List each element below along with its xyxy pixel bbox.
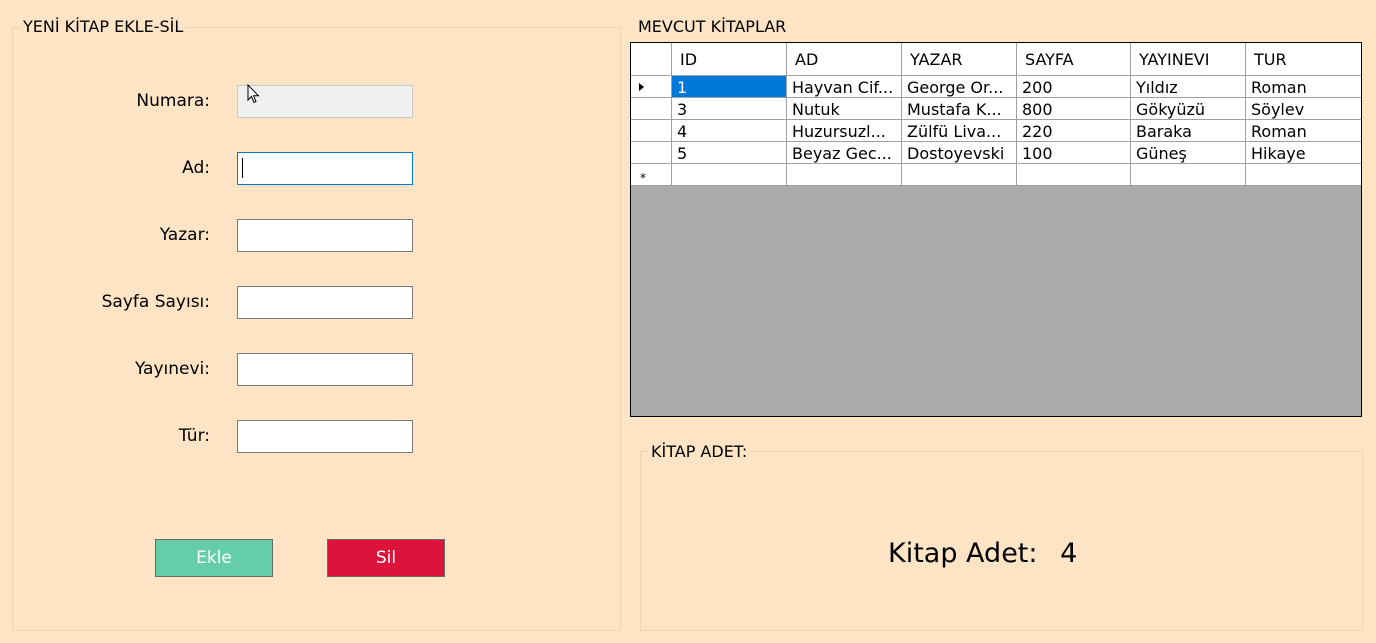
table-cell[interactable]: 220: [1017, 120, 1131, 142]
tur-label: Tür:: [178, 426, 210, 446]
row-header[interactable]: *: [631, 164, 672, 186]
grid-corner-cell[interactable]: [631, 43, 672, 76]
add-button[interactable]: Ekle: [155, 539, 273, 577]
table-cell[interactable]: Gökyüzü: [1131, 98, 1246, 120]
column-header-yazar[interactable]: YAZAR: [902, 43, 1017, 76]
table-cell[interactable]: Hikaye: [1246, 142, 1361, 164]
row-header[interactable]: [631, 120, 672, 142]
sayfa-sayisi-field[interactable]: [237, 286, 413, 319]
book-count-value: 4: [1060, 538, 1078, 569]
table-cell[interactable]: Huzursuzl...: [787, 120, 902, 142]
books-datagrid[interactable]: ID AD YAZAR SAYFA YAYINEVI TUR 1 Hayvan …: [630, 42, 1362, 417]
text-caret: [242, 158, 243, 178]
column-header-tur[interactable]: TUR: [1246, 43, 1361, 76]
table-cell[interactable]: 5: [672, 142, 787, 164]
table-cell[interactable]: Nutuk: [787, 98, 902, 120]
row-header[interactable]: [631, 142, 672, 164]
new-row-marker: *: [640, 171, 646, 185]
numara-field[interactable]: [237, 85, 413, 118]
table-cell[interactable]: Söylev: [1246, 98, 1361, 120]
ad-field[interactable]: [237, 152, 413, 185]
table-cell[interactable]: Zülfü Liva...: [902, 120, 1017, 142]
book-count-display: Kitap Adet: 4: [888, 538, 1077, 569]
table-cell[interactable]: 1: [672, 76, 787, 98]
row-arrow-icon: [639, 83, 644, 91]
yayinevi-label: Yayınevi:: [135, 359, 210, 379]
tur-field[interactable]: [237, 420, 413, 453]
table-row[interactable]: 5 Beyaz Gec... Dostoyevski 100 Güneş Hik…: [631, 142, 1361, 164]
delete-button[interactable]: Sil: [327, 539, 445, 577]
book-count-label: Kitap Adet:: [888, 538, 1038, 569]
table-cell[interactable]: [1246, 164, 1361, 186]
table-cell[interactable]: Dostoyevski: [902, 142, 1017, 164]
table-cell[interactable]: 200: [1017, 76, 1131, 98]
table-cell[interactable]: [1017, 164, 1131, 186]
table-cell[interactable]: 4: [672, 120, 787, 142]
yazar-label: Yazar:: [159, 225, 210, 245]
table-cell[interactable]: Hayvan Cif...: [787, 76, 902, 98]
row-header[interactable]: [631, 76, 672, 98]
new-row[interactable]: *: [631, 164, 1361, 186]
table-row[interactable]: 1 Hayvan Cif... George Or... 200 Yıldız …: [631, 76, 1361, 98]
table-cell[interactable]: Güneş: [1131, 142, 1246, 164]
yayinevi-field[interactable]: [237, 353, 413, 386]
column-header-id[interactable]: ID: [672, 43, 787, 76]
table-cell[interactable]: Baraka: [1131, 120, 1246, 142]
count-group-title: KİTAP ADET:: [648, 443, 751, 461]
table-cell[interactable]: Roman: [1246, 120, 1361, 142]
sayfa-sayisi-label: Sayfa Sayısı:: [101, 292, 210, 312]
add-delete-group-title: YENİ KİTAP EKLE-SİL: [20, 18, 187, 36]
table-cell[interactable]: 3: [672, 98, 787, 120]
grid-header-row: ID AD YAZAR SAYFA YAYINEVI TUR: [631, 43, 1361, 76]
table-cell[interactable]: [1131, 164, 1246, 186]
column-header-ad[interactable]: AD: [787, 43, 902, 76]
mouse-pointer-icon: [247, 84, 260, 104]
table-cell[interactable]: George Or...: [902, 76, 1017, 98]
table-row[interactable]: 4 Huzursuzl... Zülfü Liva... 220 Baraka …: [631, 120, 1361, 142]
books-group-title: MEVCUT KİTAPLAR: [635, 18, 790, 36]
table-cell[interactable]: [902, 164, 1017, 186]
table-cell[interactable]: 100: [1017, 142, 1131, 164]
ad-label: Ad:: [182, 158, 210, 178]
table-cell[interactable]: Yıldız: [1131, 76, 1246, 98]
table-cell[interactable]: [672, 164, 787, 186]
numara-label: Numara:: [136, 91, 210, 111]
table-cell[interactable]: Roman: [1246, 76, 1361, 98]
table-cell[interactable]: Mustafa K...: [902, 98, 1017, 120]
table-row[interactable]: 3 Nutuk Mustafa K... 800 Gökyüzü Söylev: [631, 98, 1361, 120]
column-header-sayfa[interactable]: SAYFA: [1017, 43, 1131, 76]
table-cell[interactable]: 800: [1017, 98, 1131, 120]
table-cell[interactable]: Beyaz Gec...: [787, 142, 902, 164]
table-cell[interactable]: [787, 164, 902, 186]
yazar-field[interactable]: [237, 219, 413, 252]
column-header-yayinevi[interactable]: YAYINEVI: [1131, 43, 1246, 76]
row-header[interactable]: [631, 98, 672, 120]
